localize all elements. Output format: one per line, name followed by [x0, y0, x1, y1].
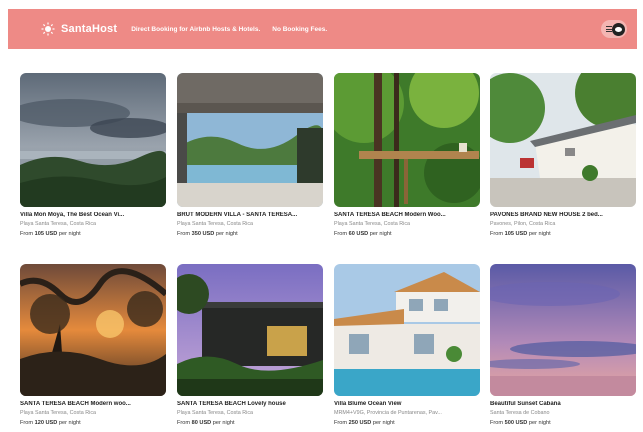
listing-price: From 350 USD per night: [177, 231, 238, 237]
listing-card[interactable]: SANTA TERESA BEACH Modern Woo... Playa S…: [334, 73, 480, 237]
listing-photo[interactable]: [490, 73, 636, 207]
listings-grid: Villa Mon Moya, The Best Ocean Vi... Pla…: [0, 0, 643, 432]
listing-card[interactable]: SANTA TERESA BEACH Modern woo... Playa S…: [20, 264, 166, 426]
listing-card[interactable]: BRUT MODERN VILLA - SANTA TERESA... Play…: [177, 73, 323, 237]
listing-location: Playa Santa Teresa, Costa Rica: [20, 221, 97, 227]
listing-price: From 80 USD per night: [177, 420, 235, 426]
listing-photo[interactable]: [334, 264, 480, 396]
listing-location: MRM4+V9G, Provincia de Puntarenas, Pav..…: [334, 410, 442, 416]
listing-card[interactable]: PAVONES BRAND NEW HOUSE 2 bed... Pavones…: [490, 73, 636, 237]
listing-price: From 105 USD per night: [490, 231, 551, 237]
listing-location: Pavones, Pilon, Costa Rica: [490, 221, 556, 227]
listing-card[interactable]: Beautiful Sunset Cabana Santa Teresa de …: [490, 264, 636, 426]
listing-photo[interactable]: [334, 73, 480, 207]
listing-title[interactable]: SANTA TERESA BEACH Modern woo...: [20, 401, 166, 407]
listing-photo[interactable]: [20, 73, 166, 207]
listing-photo[interactable]: [177, 264, 323, 396]
listing-title[interactable]: SANTA TERESA BEACH Modern Woo...: [334, 212, 480, 218]
listing-card[interactable]: Villa Mon Moya, The Best Ocean Vi... Pla…: [20, 73, 166, 237]
listing-title[interactable]: PAVONES BRAND NEW HOUSE 2 bed...: [490, 212, 636, 218]
listing-price: From 500 USD per night: [490, 420, 551, 426]
listing-location: Playa Santa Teresa, Costa Rica: [177, 221, 254, 227]
listing-location: Playa Santa Teresa, Costa Rica: [177, 410, 254, 416]
listing-location: Santa Teresa de Cobano: [490, 410, 550, 416]
listing-title[interactable]: Villa Blume Ocean View: [334, 401, 480, 407]
listing-price: From 105 USD per night: [20, 231, 81, 237]
listing-location: Playa Santa Teresa, Costa Rica: [334, 221, 411, 227]
listing-title[interactable]: SANTA TERESA BEACH Lovely house: [177, 401, 323, 407]
listing-card[interactable]: SANTA TERESA BEACH Lovely house Playa Sa…: [177, 264, 323, 426]
listing-price: From 250 USD per night: [334, 420, 395, 426]
listing-price: From 60 USD per night: [334, 231, 392, 237]
listing-location: Playa Santa Teresa, Costa Rica: [20, 410, 97, 416]
listing-photo[interactable]: [177, 73, 323, 207]
listing-photo[interactable]: [490, 264, 636, 396]
listing-title[interactable]: Villa Mon Moya, The Best Ocean Vi...: [20, 212, 166, 218]
listing-title[interactable]: Beautiful Sunset Cabana: [490, 401, 636, 407]
listing-title[interactable]: BRUT MODERN VILLA - SANTA TERESA...: [177, 212, 323, 218]
listing-price: From 120 USD per night: [20, 420, 81, 426]
listing-photo[interactable]: [20, 264, 166, 396]
listing-card[interactable]: Villa Blume Ocean View MRM4+V9G, Provinc…: [334, 264, 480, 426]
